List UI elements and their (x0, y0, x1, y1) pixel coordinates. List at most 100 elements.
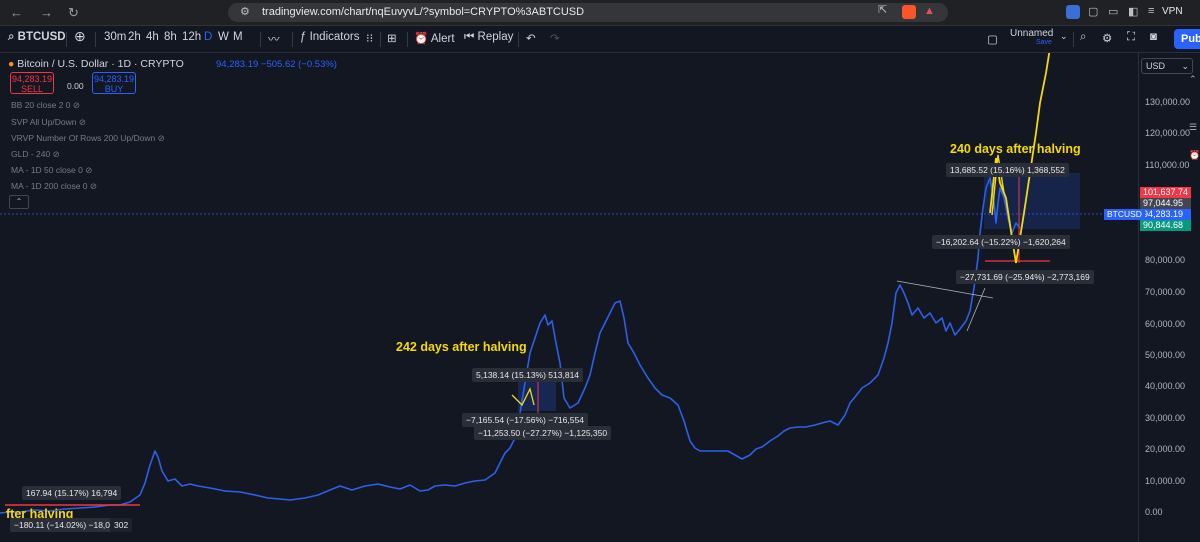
camera-icon[interactable]: ◙ (1150, 31, 1157, 43)
wallet-icon[interactable]: ◧ (1128, 5, 1138, 18)
divider (66, 32, 67, 47)
price-tag-high: 101,637.74 (1140, 187, 1191, 198)
sell-button[interactable]: 94,283.19 SELL (10, 72, 54, 94)
indicator-legend-ma50[interactable]: MA - 1D 50 close 0 ⊘ (11, 165, 92, 176)
axis-label: 120,000.00 (1145, 128, 1191, 138)
indicator-legend-bb[interactable]: BB 20 close 2 0 ⊘ (11, 100, 80, 111)
note-2024-halving[interactable]: 240 days after halving (950, 142, 1081, 156)
replay-button[interactable]: ⏮ Replay (464, 31, 513, 44)
eye-off-icon[interactable]: ⊘ (79, 117, 86, 127)
measure-label[interactable]: −180.11 (−14.02%) −18,011 (10, 518, 123, 532)
alarm-icon: ⏰ (414, 33, 431, 45)
legend-price-change: 94,283.19 −505.62 (−0.53%) (216, 59, 337, 70)
axis-label: 80,000.00 (1145, 255, 1186, 265)
measure-label[interactable]: 302 (110, 518, 133, 532)
watchlist-icon[interactable]: ☰ (1189, 122, 1197, 133)
redo-icon[interactable]: ↷ (550, 31, 560, 45)
search-icon: ⌕ (8, 31, 18, 43)
measure-label[interactable]: −7,165.54 (−17.56%) −716,554 (462, 413, 588, 427)
indicators-icon: ƒ (300, 31, 310, 43)
buy-button[interactable]: 94,283.19 BUY (92, 72, 136, 94)
divider (518, 32, 519, 47)
chart-toolbar: ⌕ BTCUSD ⊕ 30m 2h 4h 8h 12h D W M 〰 ƒ In… (0, 26, 1200, 53)
axis-label: 10,000.00 (1145, 476, 1186, 486)
measure-label[interactable]: −27,731.69 (−25.94%) −2,773,169 (956, 270, 1094, 284)
interval-30m[interactable]: 30m (104, 31, 126, 43)
replay-icon: ⏮ (464, 31, 478, 43)
fullscreen-icon[interactable]: ⛶ (1127, 31, 1135, 44)
interval-4h[interactable]: 4h (146, 31, 159, 43)
browser-chrome: ← → ↻ ⚙ tradingview.com/chart/nqEuvyvL/?… (0, 0, 1200, 26)
forward-icon[interactable]: → (40, 5, 53, 20)
publish-button[interactable]: Publ (1174, 29, 1200, 49)
alert-button[interactable]: ⏰ Alert (414, 31, 455, 45)
collapse-legend-icon[interactable]: ⌃ (9, 195, 29, 209)
url-text: tradingview.com/chart/nqEuvyvL/?symbol=C… (262, 6, 585, 18)
axis-label: 50,000.00 (1145, 350, 1186, 360)
interval-8h[interactable]: 8h (164, 31, 177, 43)
interval-12h[interactable]: 12h (182, 31, 201, 43)
chevron-down-icon: ⌄ (1181, 61, 1189, 71)
layout-icon[interactable]: ⊞ (387, 31, 397, 45)
note-2020-halving[interactable]: 242 days after halving (396, 340, 527, 354)
spread-value: 0.00 (67, 81, 84, 91)
axis-label: 130,000.00 (1145, 97, 1191, 107)
bookmark-icon[interactable]: ▢ (1088, 5, 1098, 18)
measure-label[interactable]: −16,202.64 (−15.22%) −1,620,264 (932, 235, 1070, 249)
chevron-up-icon[interactable]: ⌃ (1189, 74, 1197, 85)
quick-search-icon[interactable]: ⌕ (1080, 31, 1086, 44)
indicator-legend-ma200[interactable]: MA - 1D 200 close 0 ⊘ (11, 181, 97, 192)
indicator-legend-svp[interactable]: SVP All Up/Down ⊘ (11, 117, 86, 128)
bitcoin-icon: ● (8, 58, 18, 70)
compare-symbol-icon[interactable]: ⊕ (74, 28, 86, 45)
site-settings-icon[interactable]: ⚙ (240, 5, 250, 18)
axis-label: 110,000.00 (1145, 160, 1190, 170)
vpn-button[interactable]: VPN (1162, 6, 1183, 17)
chart-type-icon[interactable]: 〰 (268, 31, 280, 47)
measure-label[interactable]: 5,138.14 (15.13%) 513,814 (472, 368, 584, 382)
eye-off-icon[interactable]: ⊘ (53, 149, 60, 159)
measure-box-2024[interactable] (984, 173, 1080, 229)
back-icon[interactable]: ← (10, 5, 23, 20)
interval-d[interactable]: D (204, 31, 212, 43)
layout-square-icon[interactable]: ▢ (987, 32, 998, 46)
brave-rewards-icon[interactable]: ▲ (924, 5, 938, 19)
axis-label: 40,000.00 (1145, 381, 1186, 391)
eye-off-icon[interactable]: ⊘ (73, 100, 80, 110)
symbol-legend-title[interactable]: ● Bitcoin / U.S. Dollar · 1D · CRYPTO (8, 58, 184, 70)
axis-label: 70,000.00 (1145, 287, 1186, 297)
chevron-down-icon[interactable]: ⌄ (1060, 31, 1068, 42)
interval-2h[interactable]: 2h (128, 31, 141, 43)
eye-off-icon[interactable]: ⊘ (90, 181, 97, 191)
measure-box-2020[interactable] (518, 381, 556, 411)
alerts-icon[interactable]: ⏰ (1189, 150, 1200, 161)
measure-label[interactable]: 167.94 (15.17%) 16,794 (22, 486, 122, 500)
settings-gear-icon[interactable]: ⚙ (1102, 31, 1112, 45)
price-tag-low: 90,844.68 (1140, 220, 1191, 231)
interval-m[interactable]: M (233, 31, 243, 43)
undo-icon[interactable]: ↶ (526, 31, 536, 45)
price-chart[interactable] (0, 53, 1138, 542)
address-bar[interactable]: ⚙ tradingview.com/chart/nqEuvyvL/?symbol… (228, 3, 948, 22)
brave-shield-icon[interactable] (902, 5, 916, 19)
sidebar-icon[interactable]: ▭ (1108, 5, 1118, 18)
eye-off-icon[interactable]: ⊘ (85, 165, 92, 175)
share-icon[interactable]: ⇱ (878, 3, 887, 16)
layout-name[interactable]: Unnamed (1010, 28, 1053, 39)
indicator-templates-icon[interactable]: ⁝⁝ (366, 31, 373, 45)
extension-icon[interactable] (1066, 5, 1080, 19)
right-toolbar: ⌃ ☰ ⏰ (1188, 74, 1200, 324)
indicators-button[interactable]: ƒ Indicators (300, 31, 359, 43)
divider (407, 32, 408, 47)
indicator-legend-gld[interactable]: GLD - 240 ⊘ (11, 149, 60, 160)
reload-icon[interactable]: ↻ (68, 5, 79, 21)
symbol-search[interactable]: ⌕ BTCUSD (8, 31, 66, 44)
layout-save-status[interactable]: Save (1036, 39, 1052, 46)
currency-select[interactable]: USD ⌄ (1141, 58, 1193, 74)
indicator-legend-vrvp[interactable]: VRVP Number Of Rows 200 Up/Down ⊘ (11, 133, 165, 144)
measure-label[interactable]: −11,253.50 (−27.27%) −1,125,350 (474, 426, 612, 440)
interval-w[interactable]: W (218, 31, 229, 43)
eye-off-icon[interactable]: ⊘ (158, 133, 165, 143)
measure-label[interactable]: 13,685.52 (15.16%) 1,368,552 (946, 163, 1069, 177)
menu-icon[interactable]: ≡ (1148, 5, 1154, 17)
